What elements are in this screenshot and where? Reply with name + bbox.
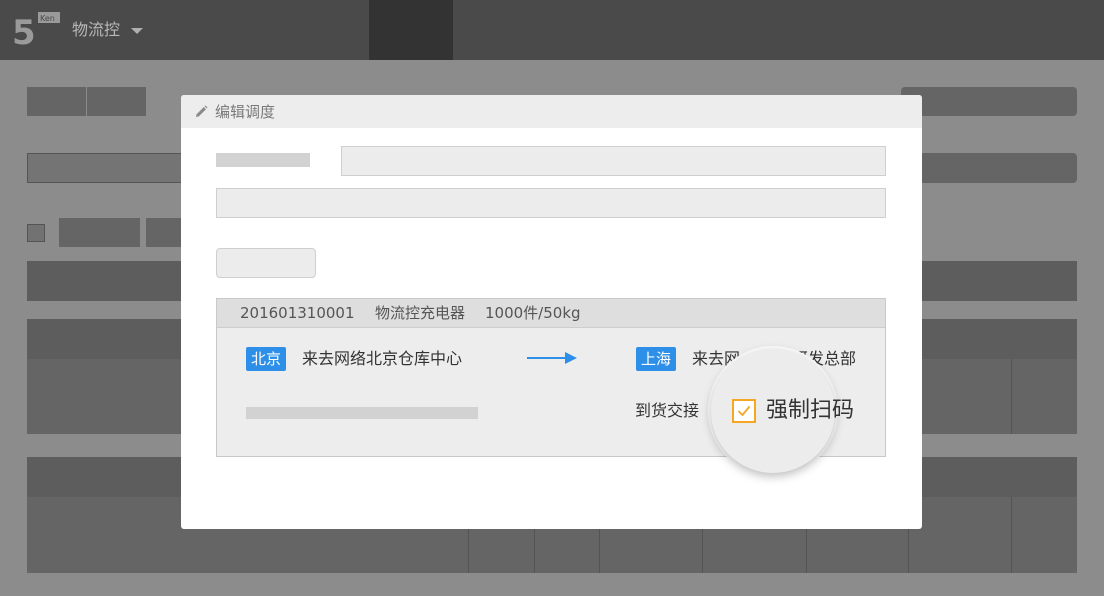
checkmark-icon [737,405,751,417]
force-scan-label[interactable]: 强制扫码 [766,397,854,425]
placeholder-bar [246,407,478,419]
order-quantity: 1000件/50kg [485,304,581,322]
origin-location: 来去网络北京仓库中心 [302,349,463,368]
active-nav-tab[interactable] [369,0,453,60]
top-bar: 5 Ken 物流控 [0,0,1104,60]
order-id: 201601310001 [240,304,355,322]
dispatch-field-2[interactable] [216,188,886,218]
svg-text:5: 5 [12,13,36,50]
origin-city-badge: 北京 [246,347,287,371]
destination-city-badge: 上海 [636,347,677,371]
app-logo: 5 Ken [12,12,60,50]
order-product: 物流控充电器 [375,304,466,322]
app-name[interactable]: 物流控 [72,20,120,40]
handover-label: 到货交接 [635,401,700,420]
svg-text:Ken: Ken [40,14,55,23]
order-card-header: 201601310001 物流控充电器 1000件/50kg [217,299,885,328]
modal-title: 编辑调度 [215,103,276,121]
force-scan-checkbox[interactable] [732,399,756,423]
modal-header: 编辑调度 [181,95,922,128]
placeholder-button[interactable] [216,248,316,278]
field-label-placeholder [216,153,310,167]
dispatch-field-1[interactable] [341,146,886,176]
edit-dispatch-modal: 编辑调度 201601310001 物流控充电器 1000件/50kg 北京 来… [181,95,922,529]
arrow-right-icon [527,352,577,364]
chevron-down-icon[interactable] [131,28,143,34]
pencil-icon [196,105,208,117]
